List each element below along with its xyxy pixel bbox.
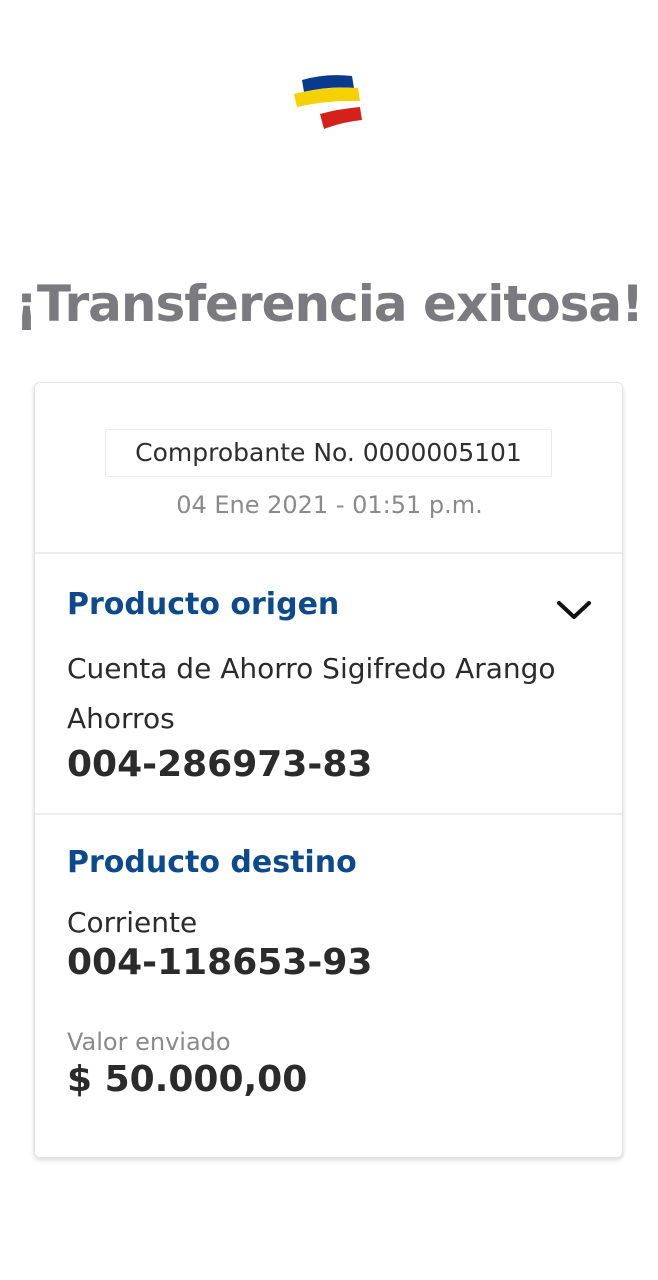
origin-account-type: Ahorros xyxy=(67,702,175,735)
bank-logo xyxy=(292,74,364,132)
transfer-receipt-card: Comprobante No. 0000005101 04 Ene 2021 -… xyxy=(34,382,623,1158)
expand-origin-button[interactable] xyxy=(555,595,593,625)
divider xyxy=(35,813,622,815)
receipt-datetime: 04 Ene 2021 - 01:51 p.m. xyxy=(176,491,483,519)
amount-value: $ 50.000,00 xyxy=(67,1059,308,1100)
origin-section-title: Producto origen xyxy=(67,587,340,622)
divider xyxy=(35,552,622,554)
chevron-down-icon xyxy=(557,601,591,619)
destination-account-number: 004-118653-93 xyxy=(67,942,373,983)
amount-label: Valor enviado xyxy=(67,1028,231,1056)
destination-section-title: Producto destino xyxy=(67,845,357,880)
receipt-number: Comprobante No. 0000005101 xyxy=(105,429,552,477)
destination-account-type: Corriente xyxy=(67,906,198,939)
origin-account-name: Cuenta de Ahorro Sigifredo Arango xyxy=(67,652,556,685)
page-title: ¡Transferencia exitosa! xyxy=(15,275,644,333)
origin-account-number: 004-286973-83 xyxy=(67,744,373,785)
bank-flag-logo-icon xyxy=(294,75,362,129)
